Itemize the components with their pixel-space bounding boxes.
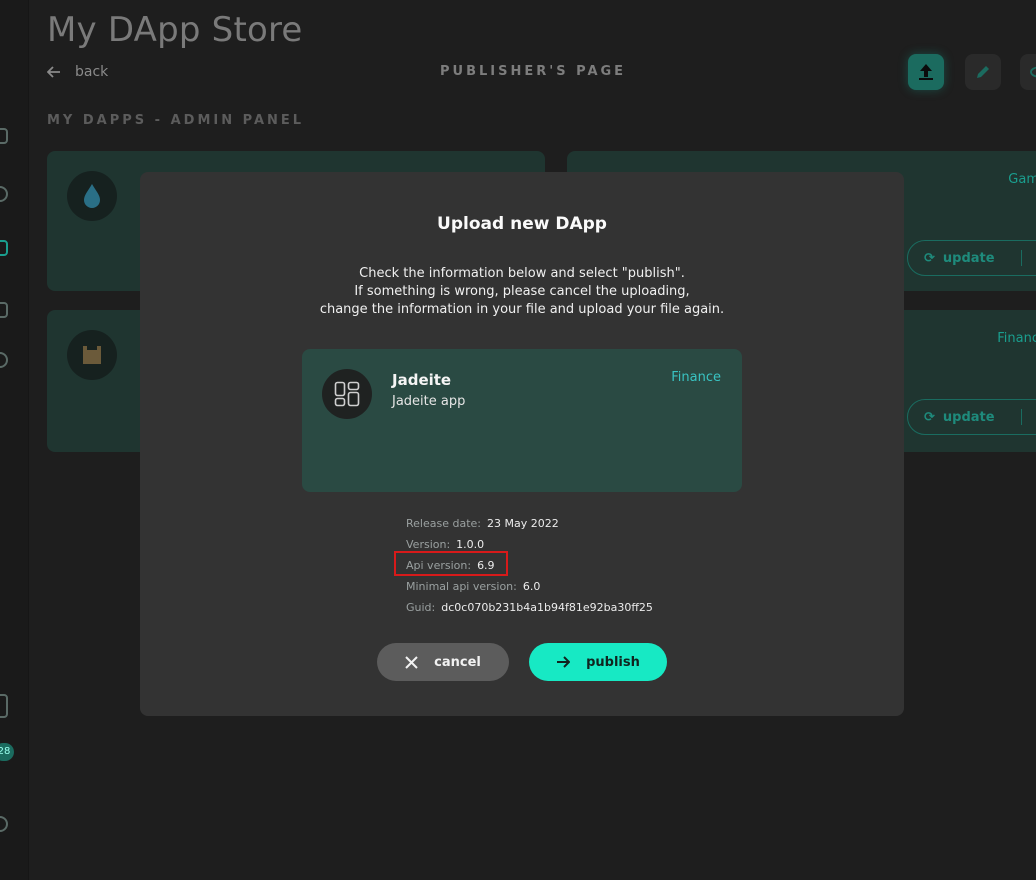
sidebar-icon-1[interactable] <box>0 128 8 144</box>
dapp-description: Jadeite app <box>392 394 466 409</box>
guid-row: Guid: dc0c070b231b4a1b94f81e92ba30ff25 <box>406 597 653 618</box>
back-label: back <box>75 64 109 80</box>
guid-value: dc0c070b231b4a1b94f81e92ba30ff25 <box>441 601 653 614</box>
cancel-label: cancel <box>434 654 481 670</box>
release-date-row: Release date: 23 May 2022 <box>406 513 653 534</box>
update-label: update <box>942 409 995 425</box>
upload-button[interactable] <box>908 54 944 90</box>
dapp-preview-card: Jadeite Jadeite app Finance <box>302 349 742 492</box>
publish-label: publish <box>586 654 640 670</box>
apps-grid-icon <box>334 381 360 407</box>
view-button[interactable] <box>1020 54 1036 90</box>
instruction-line: If something is wrong, please cancel the… <box>354 284 690 299</box>
eye-icon <box>1030 66 1036 78</box>
refresh-icon: ⟳ <box>924 250 935 266</box>
modal-instructions: Check the information below and select "… <box>140 265 904 319</box>
divider <box>1020 409 1022 425</box>
dapp-avatar <box>322 369 372 419</box>
close-icon <box>405 655 418 669</box>
dapp-category: Finance <box>671 370 721 385</box>
instruction-line: Check the information below and select "… <box>359 266 685 281</box>
dapp-avatar <box>67 171 117 221</box>
upload-icon <box>919 64 933 80</box>
refresh-icon: ⟳ <box>924 409 935 425</box>
app-title: My DApp Store <box>47 10 303 50</box>
sidebar: 28 <box>0 0 29 880</box>
cancel-button[interactable]: cancel <box>377 643 509 681</box>
sidebar-icon-user[interactable] <box>0 816 8 832</box>
water-drop-icon <box>84 184 100 208</box>
edit-button[interactable] <box>965 54 1001 90</box>
update-label: update <box>942 250 995 266</box>
arrow-right-icon <box>557 656 571 668</box>
api-version-highlight <box>394 551 508 576</box>
min-api-label: Minimal api version: <box>406 580 517 593</box>
publish-button[interactable]: publish <box>529 643 667 681</box>
notification-badge: 28 <box>0 743 14 761</box>
modal-title: Upload new DApp <box>437 214 607 234</box>
min-api-row: Minimal api version: 6.0 <box>406 576 653 597</box>
dapp-name: Jadeite <box>392 371 452 389</box>
arrow-left-icon <box>47 66 60 78</box>
page-title: PUBLISHER'S PAGE <box>440 64 627 79</box>
guid-label: Guid: <box>406 601 436 614</box>
sidebar-icon-5[interactable] <box>0 352 8 368</box>
sidebar-icon-2[interactable] <box>0 186 8 202</box>
divider <box>1020 250 1022 266</box>
castle-icon <box>83 346 101 364</box>
instruction-line: change the information in your file and … <box>319 302 725 317</box>
upload-dapp-modal: Upload new DApp Check the information be… <box>140 172 904 716</box>
update-button[interactable]: ⟳ update <box>907 240 1036 276</box>
back-link[interactable]: back <box>47 64 108 80</box>
dapp-category: Finance <box>997 331 1036 346</box>
sidebar-icon-device[interactable] <box>0 694 8 718</box>
dapp-category: Game <box>1008 172 1036 187</box>
section-title: MY DAPPS - ADMIN PANEL <box>47 113 305 128</box>
dapp-avatar <box>67 330 117 380</box>
release-date-label: Release date: <box>406 517 481 530</box>
min-api-value: 6.0 <box>522 580 541 593</box>
sidebar-icon-store[interactable] <box>0 240 8 256</box>
release-date-value: 23 May 2022 <box>487 517 559 530</box>
update-button[interactable]: ⟳ update <box>907 399 1036 435</box>
pencil-icon <box>977 66 989 78</box>
sidebar-icon-4[interactable] <box>0 302 8 318</box>
